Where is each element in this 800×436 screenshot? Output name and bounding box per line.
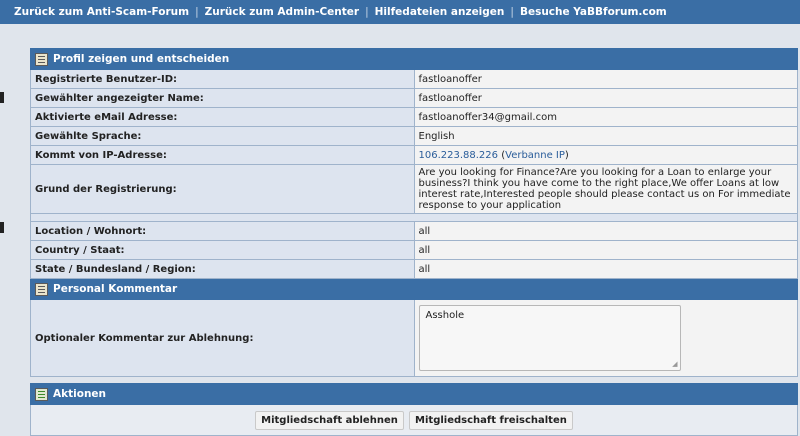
- comment-icon: [35, 282, 48, 296]
- field-value: fastloanoffer34@gmail.com: [413, 107, 798, 127]
- comment-text: Asshole: [425, 310, 465, 321]
- profile-section-title: Profil zeigen und entscheiden: [53, 53, 230, 65]
- top-navigation: Zurück zum Anti-Scam-Forum | Zurück zum …: [0, 0, 800, 24]
- comment-label: Optionaler Kommentar zur Ablehnung:: [30, 299, 415, 377]
- profile-row: Aktivierte eMail Adresse: fastloanoffer3…: [30, 107, 798, 127]
- ip-value: 106.223.88.226 (Verbanne IP): [413, 145, 798, 165]
- field-label: State / Bundesland / Region:: [30, 259, 415, 279]
- ban-ip-link[interactable]: Verbanne IP: [505, 150, 565, 161]
- field-label: Country / Staat:: [30, 240, 415, 260]
- location-row: Location / Wohnort: all: [30, 221, 798, 241]
- comment-row: Optionaler Kommentar zur Ablehnung: Assh…: [30, 299, 798, 377]
- location-row: State / Bundesland / Region: all: [30, 259, 798, 279]
- comment-section-header: Personal Kommentar: [31, 279, 797, 299]
- comment-textarea[interactable]: Asshole ◢: [418, 305, 681, 371]
- approve-membership-button[interactable]: Mitgliedschaft freischalten: [409, 410, 573, 430]
- comment-section-title: Personal Kommentar: [53, 283, 178, 295]
- actions-icon: [35, 387, 48, 401]
- nav-separator: |: [510, 6, 514, 18]
- actions-table: Aktionen Mitgliedschaft ablehnen Mitglie…: [30, 383, 798, 436]
- field-value: fastloanoffer: [413, 88, 798, 108]
- profile-row: Gewählter angezeigter Name: fastloanoffe…: [30, 88, 798, 108]
- nav-link-admin-center[interactable]: Zurück zum Admin-Center: [205, 6, 359, 18]
- profile-icon: [35, 52, 48, 66]
- actions-button-row: Mitgliedschaft ablehnen Mitgliedschaft f…: [30, 404, 798, 436]
- resize-grip-icon[interactable]: ◢: [672, 360, 677, 368]
- field-label: Gewählte Sprache:: [30, 126, 415, 146]
- field-label: Gewählter angezeigter Name:: [30, 88, 415, 108]
- field-value: all: [413, 240, 798, 260]
- ip-address-link[interactable]: 106.223.88.226: [419, 150, 499, 161]
- profile-table: Profil zeigen und entscheiden Registrier…: [30, 48, 798, 377]
- ip-label: Kommt von IP-Adresse:: [30, 145, 415, 165]
- comment-cell: Asshole ◢: [413, 299, 798, 377]
- nav-link-help[interactable]: Hilfedateien anzeigen: [375, 6, 505, 18]
- reason-row: Grund der Registrierung: Are you looking…: [30, 164, 798, 214]
- location-row: Country / Staat: all: [30, 240, 798, 260]
- main-content: Profil zeigen und entscheiden Registrier…: [30, 48, 798, 436]
- field-value: English: [413, 126, 798, 146]
- profile-row: Gewählte Sprache: English: [30, 126, 798, 146]
- ip-row: Kommt von IP-Adresse: 106.223.88.226 (Ve…: [30, 145, 798, 165]
- reason-value: Are you looking for Finance?Are you look…: [413, 164, 798, 214]
- section-spacer: [30, 213, 798, 222]
- reject-membership-button[interactable]: Mitgliedschaft ablehnen: [255, 410, 404, 430]
- profile-row: Registrierte Benutzer-ID: fastloanoffer: [30, 69, 798, 89]
- actions-section-title: Aktionen: [53, 388, 107, 400]
- actions-section-header: Aktionen: [31, 384, 797, 404]
- nav-link-yabbforum[interactable]: Besuche YaBBforum.com: [520, 6, 667, 18]
- profile-section-header: Profil zeigen und entscheiden: [31, 49, 797, 69]
- nav-separator: |: [365, 6, 369, 18]
- reason-label: Grund der Registrierung:: [30, 164, 415, 214]
- edge-marker: [0, 222, 4, 233]
- field-value: all: [413, 259, 798, 279]
- nav-separator: |: [195, 6, 199, 18]
- field-value: fastloanoffer: [413, 69, 798, 89]
- nav-link-forum[interactable]: Zurück zum Anti-Scam-Forum: [14, 6, 189, 18]
- edge-marker: [0, 92, 4, 103]
- field-label: Location / Wohnort:: [30, 221, 415, 241]
- field-label: Aktivierte eMail Adresse:: [30, 107, 415, 127]
- field-value: all: [413, 221, 798, 241]
- field-label: Registrierte Benutzer-ID:: [30, 69, 415, 89]
